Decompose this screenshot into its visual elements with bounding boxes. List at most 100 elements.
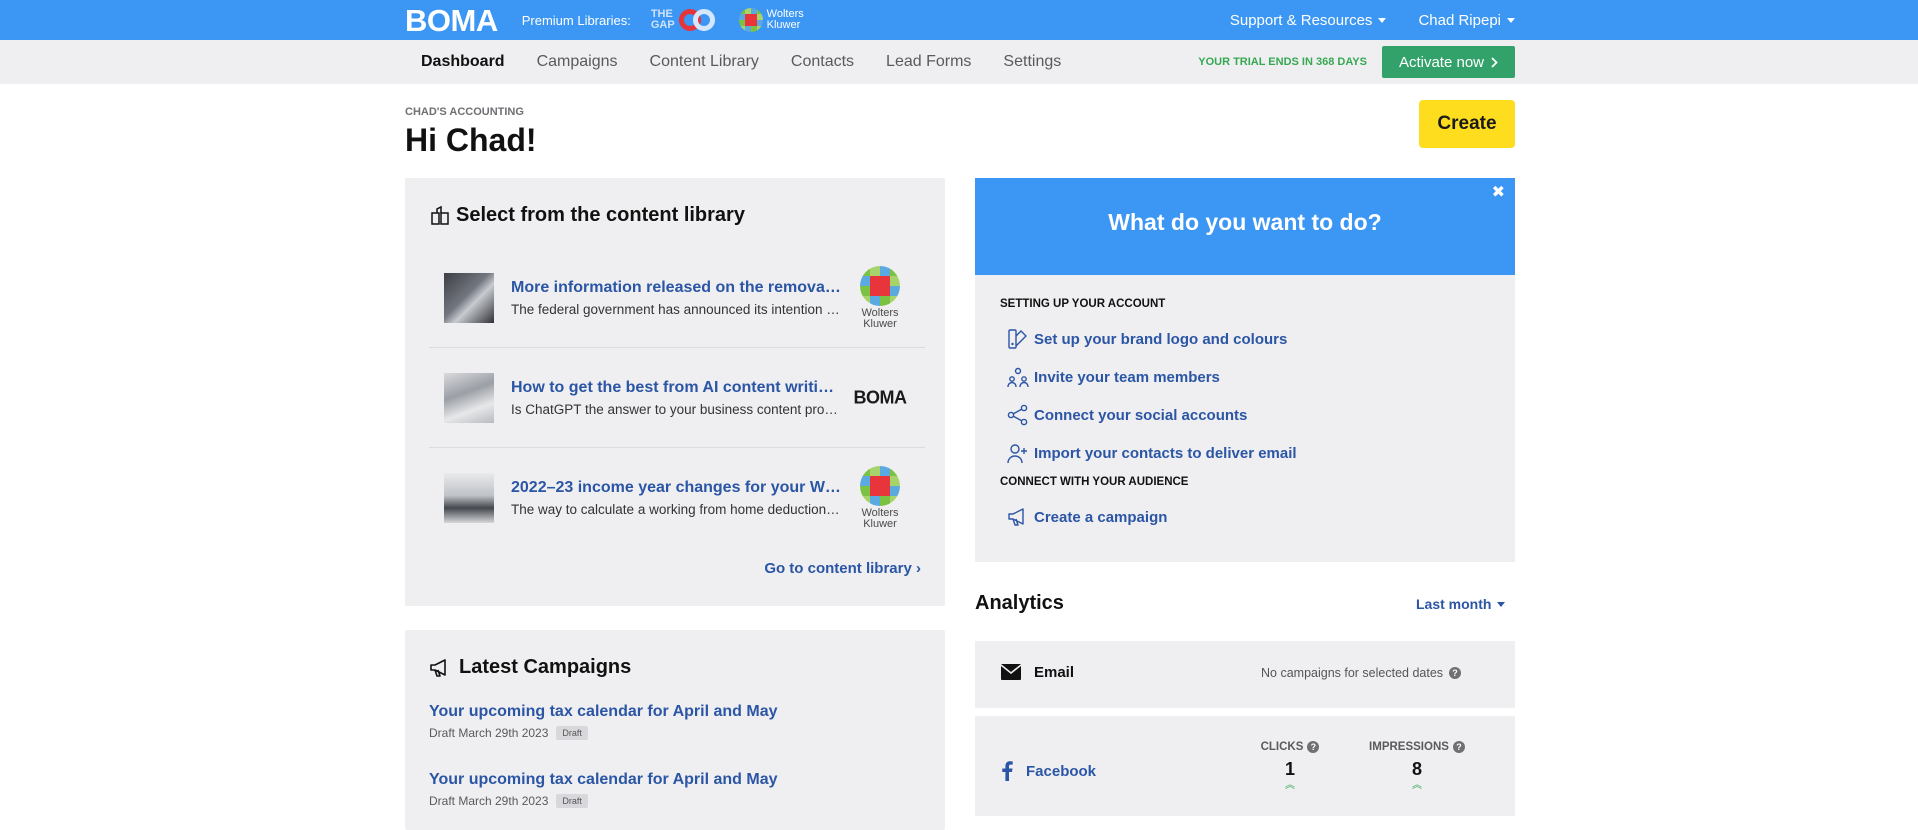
team-members-icon [1007,367,1029,388]
latest-campaigns-title-text: Latest Campaigns [459,656,632,678]
page-title: Hi Chad! [405,122,537,158]
what-to-do-title: What do you want to do? [1108,209,1382,235]
article-title[interactable]: More information released on the removal… [511,279,841,297]
tab-content-library[interactable]: Content Library [650,53,759,71]
content-library-title: Select from the content library [429,204,745,227]
gap-logo-text-bottom: GAP [650,19,675,31]
add-user-icon [1007,444,1027,464]
connect-social-link[interactable]: Connect your social accounts [1007,404,1247,426]
boma-logo[interactable]: BOMA [405,3,498,39]
create-button[interactable]: Create [1419,100,1515,148]
tab-contacts[interactable]: Contacts [791,53,854,71]
list-item[interactable]: How to get the best from AI content writ… [429,348,925,448]
facebook-icon [1002,761,1013,781]
wk-mosaic-icon [860,265,900,306]
create-campaign-link[interactable]: Create a campaign [1007,506,1167,528]
trend-up-icon: ︽ [1412,780,1422,791]
article-title[interactable]: 2022–23 income year changes for your WFH… [511,479,841,497]
brand-logo-link[interactable]: Set up your brand logo and colours [1007,328,1287,350]
analytics-title: Analytics [975,592,1064,614]
list-item[interactable]: 2022–23 income year changes for your WFH… [429,448,925,548]
clicks-value: 1 [1284,759,1295,779]
caret-down-icon [1507,17,1515,23]
article-thumbnail [444,473,494,523]
import-contacts-link[interactable]: Import your contacts to deliver email [1007,442,1297,464]
clicks-stat: CLICKS? 1 ︽ [1255,741,1325,791]
invite-team-link-label: Invite your team members [1034,368,1220,386]
email-analytics-row: Email No campaigns for selected dates ? [975,641,1515,708]
content-library-title-text: Select from the content library [456,204,745,226]
status-badge: Draft [556,794,588,808]
user-menu[interactable]: Chad Ripepi [1418,12,1515,29]
impressions-value: 8 [1411,759,1422,779]
tab-lead-forms[interactable]: Lead Forms [886,53,971,71]
email-empty-state: No campaigns for selected dates ? [1261,666,1462,680]
article-thumbnail [444,272,494,323]
campaign-title[interactable]: Your upcoming tax calendar for April and… [429,771,778,789]
date-range-dropdown[interactable]: Last month [1416,596,1506,612]
clicks-label: CLICKS [1260,741,1304,753]
main-nav: Dashboard Campaigns Content Library Cont… [0,40,1918,84]
wk-mosaic-icon [860,466,900,506]
the-gap-logo[interactable]: THE GAP [651,7,719,33]
campaign-item[interactable]: Your upcoming tax calendar for April and… [429,771,778,808]
import-contacts-link-label: Import your contacts to deliver email [1034,444,1297,462]
caret-down-icon [1497,601,1506,607]
article-thumbnail [444,372,494,423]
campaign-date: Draft March 29th 2023 [429,794,549,808]
latest-campaigns-panel: Latest Campaigns Your upcoming tax calen… [405,630,945,830]
wolters-kluwer-logo[interactable]: Wolters Kluwer [738,8,804,32]
tab-campaigns[interactable]: Campaigns [537,53,618,71]
help-icon[interactable]: ? [1452,741,1465,753]
envelope-icon [1000,664,1022,680]
facebook-label-text: Facebook [1026,762,1097,780]
user-name-label: Chad Ripepi [1418,11,1501,29]
support-resources-label: Support & Resources [1229,11,1373,29]
chevron-right-icon [1491,56,1498,68]
go-to-content-library-link[interactable]: Go to content library › [764,560,921,577]
close-icon[interactable]: ✖ [1492,182,1505,202]
source-logo-boma: BOMA [845,387,915,408]
account-name: CHAD'S ACCOUNTING [405,106,524,118]
trend-up-icon: ︽ [1285,780,1295,791]
boma-source-label: BOMA [853,387,908,407]
wk-text-line2: Kluwer [863,518,897,530]
campaign-item[interactable]: Your upcoming tax calendar for April and… [429,703,778,740]
wk-mosaic-icon [738,8,763,32]
campaign-title[interactable]: Your upcoming tax calendar for April and… [429,703,778,721]
impressions-label: IMPRESSIONS [1369,741,1449,753]
support-resources-menu[interactable]: Support & Resources [1230,12,1387,29]
book-open-icon [431,205,449,225]
tab-settings[interactable]: Settings [1003,53,1061,71]
wk-text-line2: Kluwer [766,19,801,31]
article-description: The federal government has announced its… [511,301,841,317]
facebook-label: Facebook [1000,761,1096,781]
trial-notice: YOUR TRIAL ENDS IN 368 DAYS [1198,56,1367,68]
wk-text-line2: Kluwer [863,317,897,330]
latest-campaigns-title: Latest Campaigns [429,656,631,679]
what-to-do-header: What do you want to do? ✖ [975,178,1515,275]
megaphone-icon [430,658,446,677]
campaign-date: Draft March 29th 2023 [429,726,549,740]
facebook-analytics-row: Facebook CLICKS? 1 ︽ IMPRESSIONS? 8 ︽ [975,716,1515,816]
help-icon[interactable]: ? [1449,667,1462,679]
connect-social-link-label: Connect your social accounts [1034,406,1248,424]
article-description: Is ChatGPT the answer to your business c… [511,401,841,417]
brand-palette-icon [1008,329,1027,349]
activate-now-button[interactable]: Activate now [1381,46,1515,78]
source-logo-wolters-kluwer: Wolters Kluwer [845,265,915,330]
help-icon[interactable]: ? [1307,741,1320,753]
caret-down-icon [1378,17,1387,23]
email-label: Email [1000,663,1074,681]
top-bar: BOMA Premium Libraries: THE GAP Wolters … [0,0,1918,40]
premium-libraries-label: Premium Libraries: [521,12,631,28]
setup-section-heading: SETTING UP YOUR ACCOUNT [1000,298,1166,310]
article-description: The way to calculate a working from home… [511,502,841,517]
list-item[interactable]: More information released on the removal… [429,248,925,348]
email-label-text: Email [1034,663,1075,681]
status-badge: Draft [556,726,588,740]
invite-team-link[interactable]: Invite your team members [1007,366,1220,388]
create-campaign-link-label: Create a campaign [1034,508,1168,526]
tab-dashboard[interactable]: Dashboard [421,53,505,71]
article-title[interactable]: How to get the best from AI content writ… [511,379,841,397]
